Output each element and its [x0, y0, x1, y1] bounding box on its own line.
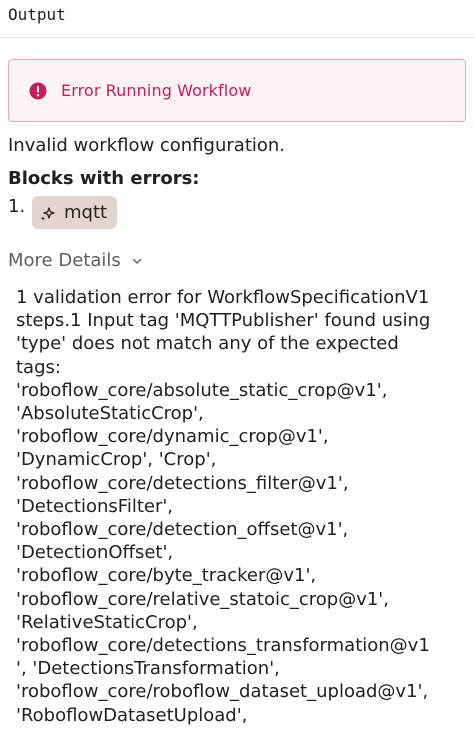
details-line: 'DynamicCrop', 'Crop',	[16, 449, 217, 471]
details-line: steps.1 Input tag 'MQTTPublisher' found …	[16, 310, 431, 332]
sparkle-icon	[40, 205, 56, 221]
list-item-number: 1.	[8, 196, 26, 217]
details-line: 'roboflow_core/detections_transformation…	[16, 635, 430, 657]
details-line: 1 validation error for WorkflowSpecifica…	[16, 287, 430, 308]
error-alert-title: Error Running Workflow	[61, 81, 252, 100]
panel-title: Output	[8, 5, 66, 24]
details-line: 'RelativeStaticCrop',	[16, 611, 198, 633]
exclamation-circle-icon	[29, 82, 47, 100]
details-line: tags:	[16, 356, 61, 378]
details-line: ', 'DetectionsTransformation',	[16, 658, 280, 680]
error-block-list: 1. mqtt	[8, 196, 466, 229]
block-chip-label: mqtt	[64, 202, 108, 223]
details-line: 'RoboflowDatasetUpload',	[16, 704, 248, 726]
details-line: 'roboflow_core/dynamic_crop@v1',	[16, 426, 329, 448]
error-message: Invalid workflow configuration.	[8, 135, 286, 156]
details-line: 'type' does not match any of the expecte…	[16, 333, 399, 355]
details-line: 'AbsoluteStaticCrop',	[16, 403, 204, 425]
output-content: Error Running Workflow Invalid workflow …	[0, 59, 474, 727]
blocks-with-errors-heading: Blocks with errors:	[8, 168, 200, 189]
more-details-toggle[interactable]: More Details	[8, 250, 143, 271]
output-panel-header: Output	[0, 0, 474, 38]
details-line: 'roboflow_core/detection_offset@v1',	[16, 519, 349, 541]
more-details-label: More Details	[8, 250, 121, 271]
details-line: 'roboflow_core/detections_filter@v1',	[16, 472, 349, 494]
details-line: 'DetectionOffset',	[16, 542, 174, 564]
details-line: 'roboflow_core/relative_statoic_crop@v1'…	[16, 588, 389, 610]
block-chip-mqtt[interactable]: mqtt	[32, 196, 118, 229]
details-line: 'roboflow_core/absolute_static_crop@v1',	[16, 379, 388, 401]
details-line: 'DetectionsFilter',	[16, 495, 174, 517]
details-line: 'roboflow_core/roboflow_dataset_upload@v…	[16, 681, 429, 703]
chevron-down-icon	[131, 255, 143, 267]
error-details-text: 1 validation error for WorkflowSpecifica…	[8, 286, 466, 727]
error-alert: Error Running Workflow	[8, 59, 466, 122]
details-line: 'roboflow_core/byte_tracker@v1',	[16, 565, 317, 587]
